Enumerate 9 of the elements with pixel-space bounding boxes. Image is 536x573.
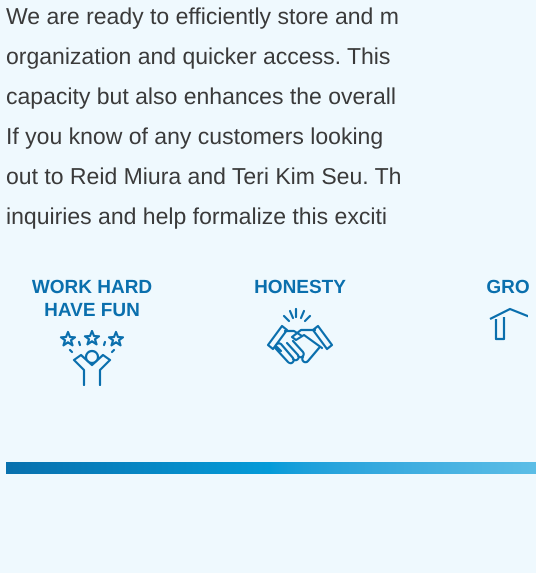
paragraph-line: organization and quicker access. This: [6, 42, 392, 71]
paragraph-line: If you know of any customers looking: [6, 122, 384, 151]
value-title: WORK HARD HAVE FUN: [32, 276, 152, 322]
value-title: GRO: [486, 276, 530, 299]
paragraph-line: inquiries and help formalize this exciti: [6, 202, 388, 231]
paragraph-line: out to Reid Miura and Teri Kim Seu. Th: [6, 162, 402, 191]
value-title: HONESTY: [254, 276, 346, 299]
paragraph-line: capacity but also enhances the overall: [6, 82, 397, 111]
paragraph-line: We are ready to efficiently store and m: [6, 2, 400, 31]
